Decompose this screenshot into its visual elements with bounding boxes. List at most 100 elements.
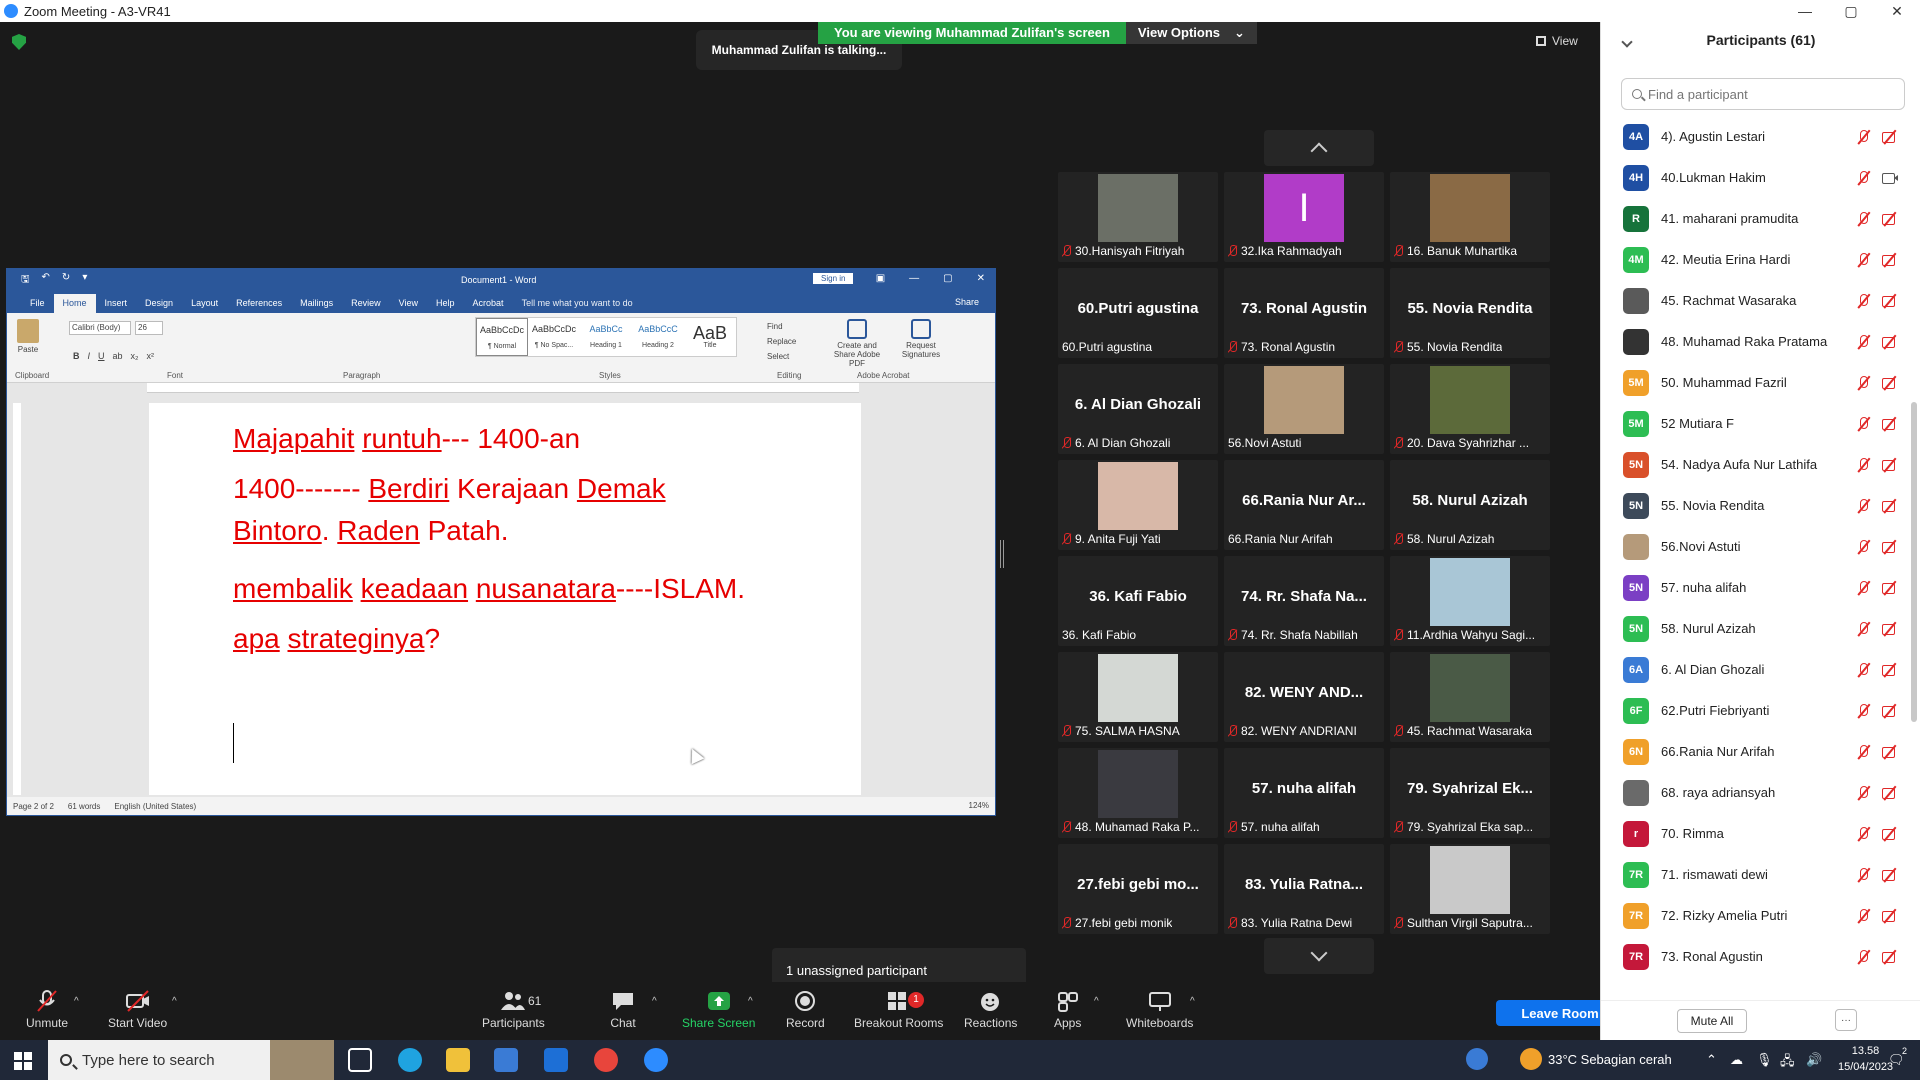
video-off-icon[interactable] xyxy=(1881,621,1899,637)
redo-icon[interactable]: ↻ xyxy=(62,272,70,289)
word-sign-in-button[interactable]: Sign in xyxy=(813,273,854,284)
participant-list-item[interactable]: r 70. Rimma xyxy=(1601,813,1907,854)
microphone-muted-icon[interactable] xyxy=(1855,580,1873,596)
participant-list-item[interactable]: 4H 40.Lukman Hakim xyxy=(1601,157,1907,198)
undo-icon[interactable]: ↶ xyxy=(42,272,50,289)
view-options-button[interactable]: View Options ⌄ xyxy=(1125,22,1257,44)
document-text-line[interactable]: Bintoro. Raden Patah. xyxy=(233,515,509,547)
file-explorer-icon[interactable] xyxy=(446,1048,470,1072)
whiteboards-options-caret[interactable]: ^ xyxy=(1190,996,1195,1007)
participant-list-item[interactable]: 6N 66.Rania Nur Arifah xyxy=(1601,731,1907,772)
task-view-icon[interactable] xyxy=(348,1048,372,1072)
zoom-app-icon[interactable] xyxy=(644,1048,668,1072)
request-signatures-button[interactable]: Request Signatures xyxy=(899,319,943,368)
language-indicator[interactable]: English (United States) xyxy=(114,802,196,811)
page-count[interactable]: Page 2 of 2 xyxy=(13,802,54,811)
participant-video-tile[interactable]: 79. Syahrizal Ek... 79. Syahrizal Eka sap… xyxy=(1390,748,1550,838)
tab-view[interactable]: View xyxy=(390,294,427,313)
video-off-icon[interactable] xyxy=(1881,416,1899,432)
start-video-button[interactable]: Start Video xyxy=(108,990,167,1030)
microphone-muted-icon[interactable] xyxy=(1855,703,1873,719)
paste-button[interactable]: Paste xyxy=(15,319,41,359)
breakout-rooms-button[interactable]: Breakout Rooms xyxy=(854,990,943,1030)
style-normal[interactable]: AaBbCcDc ¶ Normal xyxy=(476,318,528,356)
style-title[interactable]: AaB Title xyxy=(684,318,736,356)
participant-video-tile[interactable]: 9. Anita Fuji Yati xyxy=(1058,460,1218,550)
video-off-icon[interactable] xyxy=(1881,498,1899,514)
tab-references[interactable]: References xyxy=(227,294,291,313)
view-layout-button[interactable]: View xyxy=(1536,34,1578,48)
microphone-muted-icon[interactable] xyxy=(1855,211,1873,227)
microphone-muted-icon[interactable] xyxy=(1855,170,1873,186)
participant-list-item[interactable]: 7R 73. Ronal Agustin xyxy=(1601,936,1907,977)
participant-list-item[interactable]: 7R 71. rismawati dewi xyxy=(1601,854,1907,895)
more-options-button[interactable]: ··· xyxy=(1835,1009,1857,1031)
gallery-page-up-button[interactable] xyxy=(1264,130,1374,166)
participant-video-tile[interactable]: 45. Rachmat Wasaraka xyxy=(1390,652,1550,742)
taskbar-search-box[interactable]: Type here to search xyxy=(48,1040,334,1080)
superscript-button[interactable]: x² xyxy=(147,351,155,361)
participant-list-item[interactable]: 4M 42. Meutia Erina Hardi xyxy=(1601,239,1907,280)
participant-list-item[interactable]: 56.Novi Astuti xyxy=(1601,526,1907,567)
microphone-muted-icon[interactable] xyxy=(1855,129,1873,145)
windows-start-icon[interactable] xyxy=(14,1052,32,1070)
tab-design[interactable]: Design xyxy=(136,294,182,313)
microphone-tray-icon[interactable]: 🎙 xyxy=(1756,1052,1773,1068)
split-divider-handle[interactable] xyxy=(1000,540,1004,568)
zoom-level[interactable]: 124% xyxy=(969,801,989,810)
word-share-button[interactable]: Share xyxy=(955,297,979,307)
participant-video-tile[interactable]: 48. Muhamad Raka P... xyxy=(1058,748,1218,838)
tab-help[interactable]: Help xyxy=(427,294,464,313)
underline-button[interactable]: U xyxy=(98,351,105,361)
participant-video-tile[interactable]: 16. Banuk Muhartika xyxy=(1390,172,1550,262)
font-size-select[interactable]: 26 xyxy=(135,321,163,335)
participant-video-tile[interactable]: 60.Putri agustina 60.Putri agustina xyxy=(1058,268,1218,358)
audio-options-caret[interactable]: ^ xyxy=(74,996,79,1007)
apps-options-caret[interactable]: ^ xyxy=(1094,996,1099,1007)
mail-icon[interactable] xyxy=(544,1048,568,1072)
participant-video-tile[interactable]: 55. Novia Rendita 55. Novia Rendita xyxy=(1390,268,1550,358)
participant-video-tile[interactable]: 6. Al Dian Ghozali 6. Al Dian Ghozali xyxy=(1058,364,1218,454)
find-button[interactable]: Find xyxy=(767,319,796,334)
microphone-muted-icon[interactable] xyxy=(1855,662,1873,678)
participant-search-input[interactable] xyxy=(1648,86,1888,102)
gallery-page-down-button[interactable] xyxy=(1264,938,1374,974)
ribbon-display-icon[interactable]: ▣ xyxy=(876,273,885,284)
microphone-muted-icon[interactable] xyxy=(1855,457,1873,473)
participant-list-item[interactable]: 5M 52 Mutiara F xyxy=(1601,403,1907,444)
minimize-button[interactable]: — xyxy=(1782,0,1828,22)
word-maximize-button[interactable]: ▢ xyxy=(943,273,952,284)
microphone-muted-icon[interactable] xyxy=(1855,621,1873,637)
save-icon[interactable]: 🖫 xyxy=(21,272,30,289)
video-off-icon[interactable] xyxy=(1881,334,1899,350)
participant-list-item[interactable]: 68. raya adriansyah xyxy=(1601,772,1907,813)
strikethrough-button[interactable]: ab xyxy=(113,351,123,361)
weather-label[interactable]: 33°C Sebagian cerah xyxy=(1548,1052,1672,1067)
customize-qat-icon[interactable]: ▾ xyxy=(82,272,87,289)
tab-acrobat[interactable]: Acrobat xyxy=(464,294,513,313)
microphone-muted-icon[interactable] xyxy=(1855,375,1873,391)
volume-icon[interactable]: 🔊 xyxy=(1806,1052,1822,1068)
style-heading-1[interactable]: AaBbCc Heading 1 xyxy=(580,318,632,356)
participant-list-item[interactable]: 6A 6. Al Dian Ghozali xyxy=(1601,649,1907,690)
video-off-icon[interactable] xyxy=(1881,949,1899,965)
weather-icon[interactable] xyxy=(1520,1048,1542,1070)
microphone-muted-icon[interactable] xyxy=(1855,826,1873,842)
style-heading-2[interactable]: AaBbCcC Heading 2 xyxy=(632,318,684,356)
tab-home[interactable]: Home xyxy=(53,294,96,313)
video-off-icon[interactable] xyxy=(1881,580,1899,596)
word-close-button[interactable]: ✕ xyxy=(977,273,985,284)
video-off-icon[interactable] xyxy=(1881,293,1899,309)
participant-list-item[interactable]: 5N 58. Nurul Azizah xyxy=(1601,608,1907,649)
microphone-muted-icon[interactable] xyxy=(1855,293,1873,309)
participant-video-tile[interactable]: 30.Hanisyah Fitriyah xyxy=(1058,172,1218,262)
edge-browser-icon[interactable] xyxy=(398,1048,422,1072)
microphone-muted-icon[interactable] xyxy=(1855,908,1873,924)
tab-layout[interactable]: Layout xyxy=(182,294,227,313)
tab-review[interactable]: Review xyxy=(342,294,390,313)
participant-video-tile[interactable]: 56.Novi Astuti xyxy=(1224,364,1384,454)
participant-video-tile[interactable]: 74. Rr. Shafa Na... 74. Rr. Shafa Nabilla… xyxy=(1224,556,1384,646)
microphone-muted-icon[interactable] xyxy=(1855,539,1873,555)
participant-video-tile[interactable]: 82. WENY AND... 82. WENY ANDRIANI xyxy=(1224,652,1384,742)
microphone-muted-icon[interactable] xyxy=(1855,252,1873,268)
